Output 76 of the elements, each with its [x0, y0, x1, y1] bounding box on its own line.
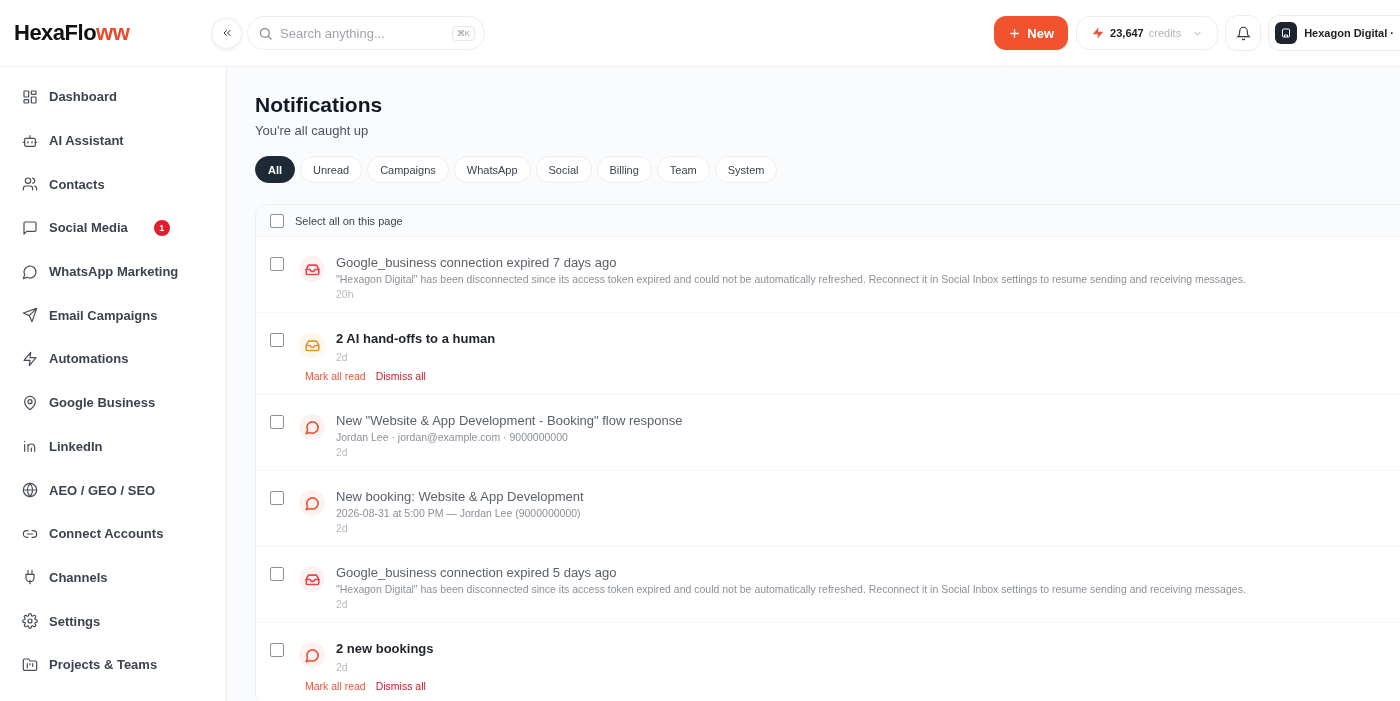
- in-logo-icon: [22, 438, 38, 455]
- folder-icon: [22, 656, 38, 673]
- credits-button[interactable]: 23,647 credits: [1076, 16, 1219, 50]
- dismiss-link[interactable]: Dismiss all: [375, 370, 426, 382]
- chat-bubble-icon: [22, 263, 38, 280]
- new-button[interactable]: New: [994, 16, 1069, 50]
- sidebar-item[interactable]: AI Assistant: [0, 118, 226, 163]
- filter-tab[interactable]: Campaigns: [367, 156, 449, 183]
- account-switcher[interactable]: Hexagon Digital ·: [1268, 15, 1400, 51]
- dismiss-link[interactable]: Dismiss all: [375, 680, 426, 692]
- checkbox[interactable]: [270, 567, 284, 581]
- sidebar-item[interactable]: AEO / GEO / SEO: [0, 468, 226, 512]
- grid-icon: [22, 88, 38, 105]
- notifications-button[interactable]: [1225, 15, 1262, 51]
- map-pin-icon: [22, 394, 38, 411]
- checkbox[interactable]: [270, 643, 284, 657]
- select-all-label: Select all on this page: [295, 214, 403, 227]
- mark-read-link[interactable]: Mark all read: [305, 680, 366, 692]
- timestamp: 2d: [336, 661, 349, 673]
- notification-title: New "Website & App Development - Booking" flow response: [336, 412, 683, 430]
- page-title: Notifications: [255, 93, 384, 117]
- notification-description: "Hexagon Digital" has been disconnected since its access token expired and could not be automatically refreshed. Reconnect it in Social Inbox settings to resume sending and receiving messages.: [336, 273, 1246, 285]
- notification-title: 2 new bookings: [336, 640, 434, 658]
- notification-description: 2026-08-31 at 5:00 PM — Jordan Lee (9000000000): [336, 507, 582, 519]
- checkbox[interactable]: [270, 491, 284, 505]
- checkbox[interactable]: [270, 257, 284, 271]
- page-subtitle: You're all caught up: [255, 123, 370, 138]
- filter-tab[interactable]: WhatsApp: [453, 156, 531, 183]
- plug-icon: [22, 569, 38, 586]
- sidebar-item[interactable]: LinkedIn: [0, 424, 226, 469]
- shortcut-hint: ⌘K: [451, 26, 475, 41]
- lightning-icon: [1091, 26, 1106, 40]
- logo[interactable]: HexaFloww: [14, 20, 130, 46]
- checkbox[interactable]: [270, 415, 284, 429]
- notification-description: "Hexagon Digital" has been disconnected since its access token expired and could not be automatically refreshed. Reconnect it in Social Inbox settings to resume sending and receiving messages.: [336, 583, 1246, 595]
- notification-title: Google_business connection expired 7 days ago: [336, 254, 618, 272]
- sidebar-item[interactable]: Settings: [0, 599, 226, 643]
- users-icon: [22, 176, 38, 193]
- notification-title: New booking: Website & App Development: [336, 488, 584, 506]
- notification-title: Google_business connection expired 5 days ago: [336, 564, 618, 582]
- robot-icon: [22, 132, 38, 149]
- timestamp: 2d: [336, 351, 349, 363]
- sidebar-item[interactable]: Channels: [0, 555, 226, 600]
- sidebar-item[interactable]: WhatsApp Marketing: [0, 249, 226, 294]
- filter-tab[interactable]: Billing: [596, 156, 652, 183]
- sidebar-item[interactable]: Projects & Teams: [0, 642, 226, 687]
- lightning-icon: [22, 350, 38, 367]
- sidebar-item[interactable]: Dashboard: [0, 75, 226, 119]
- bell-icon: [1235, 25, 1251, 41]
- plus-icon: [1008, 26, 1022, 40]
- timestamp: 2d: [336, 522, 349, 534]
- sidebar-item[interactable]: Social Media 1: [0, 206, 226, 250]
- filter-tab[interactable]: Team: [656, 156, 710, 183]
- filter-tab[interactable]: All: [255, 156, 296, 183]
- sidebar-item[interactable]: Google Business: [0, 380, 226, 425]
- notification-description: Jordan Lee · jordan@example.com · 9000000000: [336, 431, 569, 443]
- checkbox[interactable]: [270, 333, 284, 347]
- sidebar-item[interactable]: Automations: [0, 337, 226, 381]
- mark-read-link[interactable]: Mark all read: [305, 370, 366, 382]
- count-badge: 1: [153, 219, 170, 236]
- sidebar-item[interactable]: Email Campaigns: [0, 293, 226, 338]
- globe-icon: [22, 482, 38, 499]
- building-icon: [1275, 22, 1298, 44]
- search-icon: [258, 26, 273, 41]
- timestamp: 2d: [336, 598, 349, 610]
- sidebar-item[interactable]: Contacts: [0, 162, 226, 207]
- filter-tab[interactable]: Social: [535, 156, 592, 183]
- timestamp: 2d: [336, 446, 349, 458]
- timestamp: 20h: [336, 288, 355, 300]
- checkbox[interactable]: [270, 213, 284, 228]
- filter-tab[interactable]: System: [714, 156, 778, 183]
- notification-title: 2 AI hand-offs to a human: [336, 330, 496, 348]
- sidebar-item[interactable]: Connect Accounts: [0, 511, 226, 556]
- gear-icon: [22, 613, 38, 630]
- send-icon: [22, 307, 38, 324]
- filter-tab[interactable]: Unread: [300, 156, 363, 183]
